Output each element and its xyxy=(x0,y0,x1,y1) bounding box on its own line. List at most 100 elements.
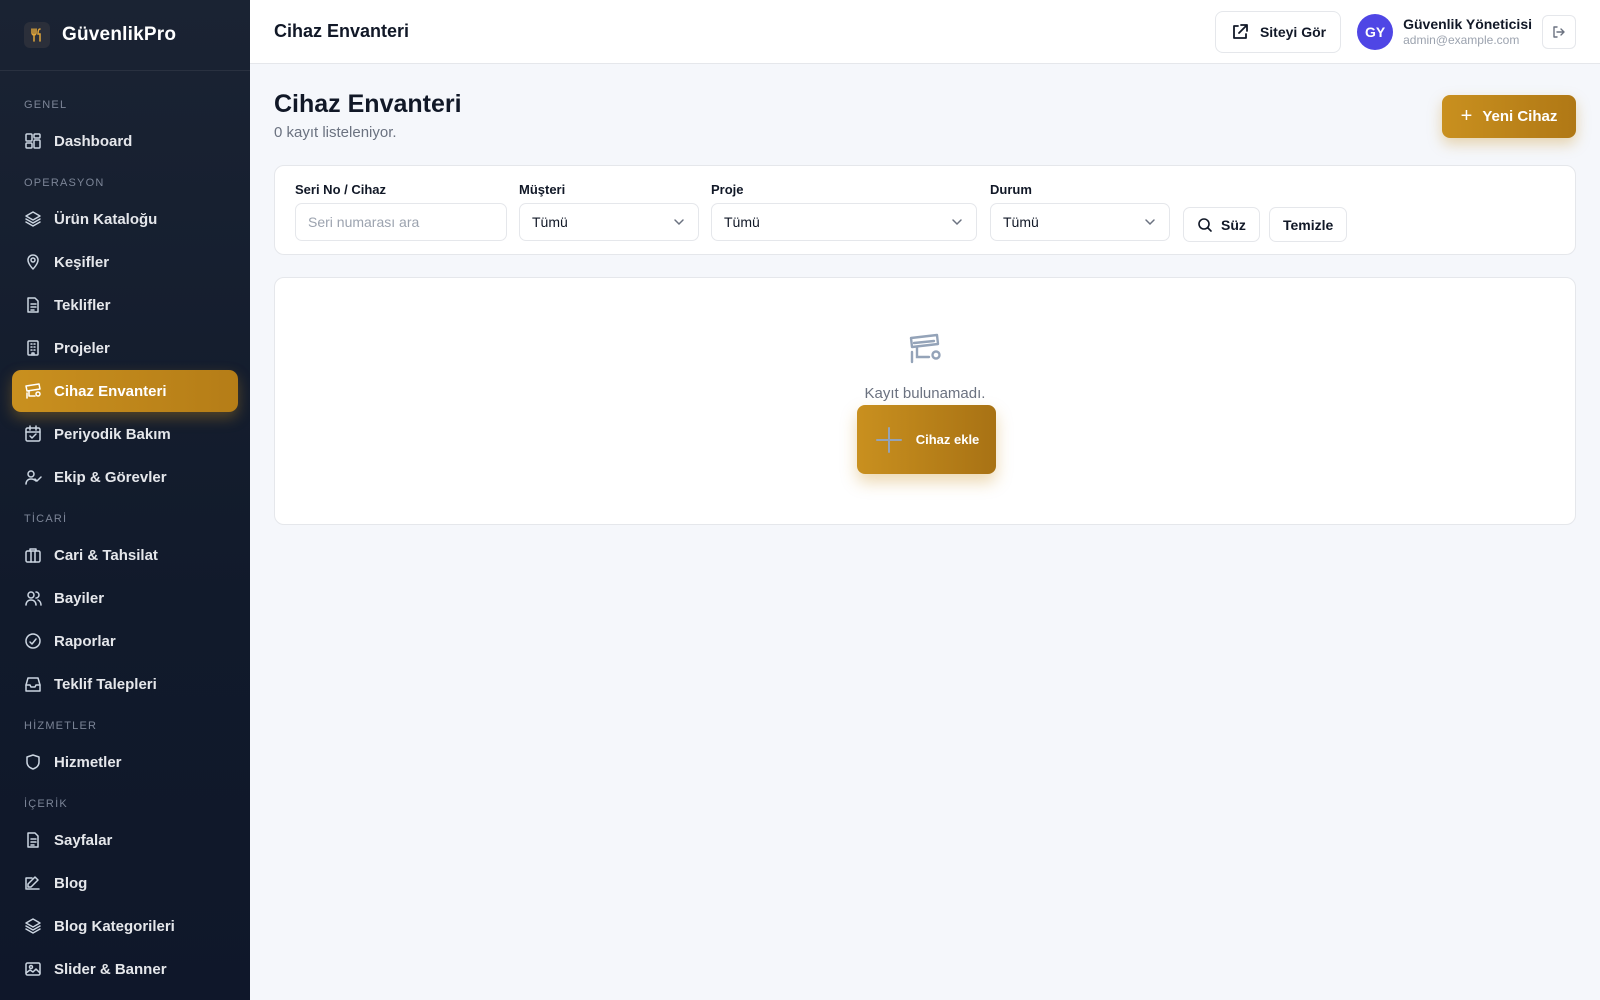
customer-label: Müşteri xyxy=(519,182,566,197)
sidebar-nav: GENEL Dashboard OPERASYON Ürün Kataloğu Keşi… xyxy=(0,71,250,990)
status-field: Durum Tümü xyxy=(990,182,1170,241)
sidebar-item-label: Ürün Kataloğu xyxy=(54,210,158,228)
add-device-button[interactable]: Cihaz ekle xyxy=(857,405,996,474)
sidebar-item-label: Blog xyxy=(54,874,88,892)
user-menu[interactable]: GY Güvenlik Yöneticisi admin@example.com xyxy=(1357,13,1532,50)
document-icon xyxy=(24,831,42,849)
sidebar-item-label: Slider & Banner xyxy=(54,960,167,978)
sidebar-item-label: Keşifler xyxy=(54,253,110,271)
avatar: GY xyxy=(1357,13,1394,50)
serial-label: Seri No / Cihaz xyxy=(295,182,387,197)
sidebar-item-bayiler[interactable]: Bayiler xyxy=(12,577,238,619)
new-device-button[interactable]: + Yeni Cihaz xyxy=(1442,95,1576,138)
topbar-title: Cihaz Envanteri xyxy=(274,21,410,41)
filter-button[interactable]: Süz xyxy=(1183,207,1260,242)
sidebar-item-label: Teklifler xyxy=(54,296,111,314)
building-icon xyxy=(24,339,42,357)
serial-search-input[interactable]: Seri numarası ara xyxy=(295,203,507,241)
search-icon xyxy=(1198,217,1212,232)
sidebar-section-label: GENEL xyxy=(24,99,68,111)
empty-message: Kayıt bulunamadı. xyxy=(864,385,986,402)
new-device-label: Yeni Cihaz xyxy=(1482,108,1558,125)
view-site-button[interactable]: Siteyi Gör xyxy=(1214,10,1342,53)
sidebar-item-projeler[interactable]: Projeler xyxy=(12,327,238,369)
sidebar-item-label: Projeler xyxy=(54,339,110,357)
sidebar-item-hizmetler[interactable]: Hizmetler xyxy=(12,741,238,783)
status-select[interactable]: Tümü xyxy=(990,203,1170,241)
customer-select[interactable]: Tümü xyxy=(519,203,699,241)
sidebar-item-label: Blog Kategorileri xyxy=(54,917,175,935)
document-icon xyxy=(24,296,42,314)
sidebar-item-ürün-kataloğu[interactable]: Ürün Kataloğu xyxy=(12,198,238,240)
serial-placeholder: Seri numarası ara xyxy=(308,214,420,230)
customer-value: Tümü xyxy=(532,214,568,230)
calendar-check-icon xyxy=(24,425,42,443)
logout-button[interactable] xyxy=(1542,14,1576,49)
clear-label: Temizle xyxy=(1283,216,1334,233)
brand-logo-icon xyxy=(24,22,50,48)
clear-button[interactable]: Temizle xyxy=(1269,207,1348,242)
sidebar-item-raporlar[interactable]: Raporlar xyxy=(12,620,238,662)
shield-icon xyxy=(24,753,42,771)
sidebar-item-cihaz-envanteri[interactable]: Cihaz Envanteri xyxy=(12,370,238,412)
user-name: Güvenlik Yöneticisi xyxy=(1403,16,1532,32)
sidebar-item-ekip-görevler[interactable]: Ekip & Görevler xyxy=(12,456,238,498)
briefcase-icon xyxy=(24,546,42,564)
gauge-icon xyxy=(24,632,42,650)
project-field: Proje Tümü xyxy=(711,182,977,241)
page-header: Cihaz Envanteri 0 kayıt listeleniyor. + … xyxy=(274,64,1576,164)
image-icon xyxy=(24,960,42,978)
brand[interactable]: GüvenlikPro xyxy=(0,0,250,71)
sidebar-item-label: Cihaz Envanteri xyxy=(54,382,167,400)
project-label: Proje xyxy=(711,182,744,197)
sidebar-item-sayfalar[interactable]: Sayfalar xyxy=(12,819,238,861)
status-label: Durum xyxy=(990,182,1032,197)
sidebar-item-dashboard[interactable]: Dashboard xyxy=(12,120,238,162)
inbox-icon xyxy=(24,675,42,693)
sidebar-section-label: TİCARİ xyxy=(24,513,68,525)
main-content: Cihaz Envanteri 0 kayıt listeleniyor. + … xyxy=(274,64,1576,525)
user-email: admin@example.com xyxy=(1403,33,1520,47)
layers-icon xyxy=(24,210,42,228)
sidebar-section-label: İÇERİK xyxy=(24,798,68,810)
sidebar-item-teklifler[interactable]: Teklifler xyxy=(12,284,238,326)
serial-field: Seri No / Cihaz Seri numarası ara xyxy=(295,182,507,241)
sidebar-item-cari-tahsilat[interactable]: Cari & Tahsilat xyxy=(12,534,238,576)
sidebar-item-teklif-talepleri[interactable]: Teklif Talepleri xyxy=(12,663,238,705)
cctv-icon xyxy=(909,333,941,364)
sidebar-item-slider-banner[interactable]: Slider & Banner xyxy=(12,948,238,990)
chevron-down-icon xyxy=(1145,219,1155,226)
filter-label: Süz xyxy=(1221,216,1246,233)
sidebar: GüvenlikPro GENEL Dashboard OPERASYON Ürün … xyxy=(0,0,250,1000)
status-value: Tümü xyxy=(1003,214,1039,230)
sidebar-item-label: Dashboard xyxy=(54,132,133,150)
sidebar-item-label: Hizmetler xyxy=(54,753,122,771)
sidebar-item-label: Bayiler xyxy=(54,589,105,607)
edit-icon xyxy=(24,874,42,892)
sidebar-item-blog-kategorileri[interactable]: Blog Kategorileri xyxy=(12,905,238,947)
sidebar-item-label: Cari & Tahsilat xyxy=(54,546,158,564)
sidebar-item-keşifler[interactable]: Keşifler xyxy=(12,241,238,283)
record-count: 0 kayıt listeleniyor. xyxy=(274,124,397,141)
chevron-down-icon xyxy=(952,219,962,226)
chevron-down-icon xyxy=(674,219,684,226)
sidebar-item-label: Ekip & Görevler xyxy=(54,468,167,486)
sidebar-item-label: Raporlar xyxy=(54,632,116,650)
external-link-icon xyxy=(1233,23,1248,39)
brand-name: GüvenlikPro xyxy=(62,24,177,45)
sidebar-item-label: Sayfalar xyxy=(54,831,113,849)
project-select[interactable]: Tümü xyxy=(711,203,977,241)
logout-icon xyxy=(1553,25,1565,38)
sidebar-section-label: HİZMETLER xyxy=(24,720,98,732)
page-title: Cihaz Envanteri xyxy=(274,90,462,118)
plus-icon xyxy=(875,426,902,453)
topbar: Cihaz Envanteri Siteyi Gör GY Güvenlik Y… xyxy=(250,0,1600,64)
sidebar-item-blog[interactable]: Blog xyxy=(12,862,238,904)
layers-icon xyxy=(24,917,42,935)
sidebar-item-label: Periyodik Bakım xyxy=(54,425,171,443)
project-value: Tümü xyxy=(724,214,760,230)
add-device-label: Cihaz ekle xyxy=(915,432,980,447)
user-check-icon xyxy=(24,468,42,486)
customer-field: Müşteri Tümü xyxy=(519,182,699,241)
sidebar-item-periyodik-bakım[interactable]: Periyodik Bakım xyxy=(12,413,238,455)
